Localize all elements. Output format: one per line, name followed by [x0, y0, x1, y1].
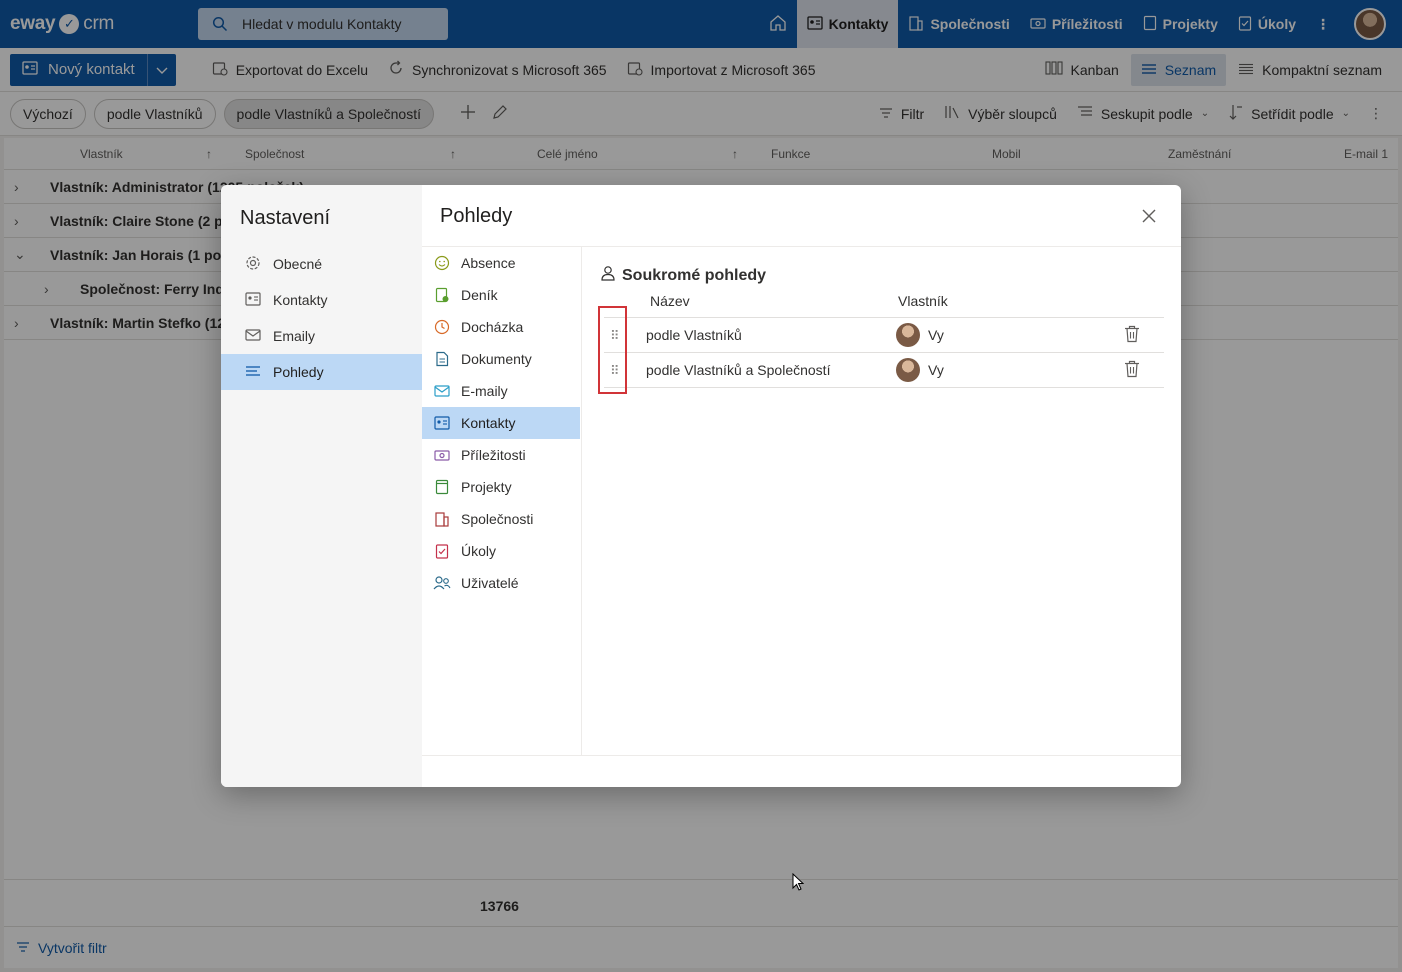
- divider: [422, 755, 1181, 756]
- trash-icon: [1125, 325, 1139, 342]
- contact-card-icon: [245, 291, 261, 309]
- settings-nav-label: Pohledy: [273, 364, 324, 380]
- list-icon: [245, 364, 261, 380]
- close-icon: [1142, 207, 1156, 228]
- delete-view-button[interactable]: [1124, 360, 1140, 381]
- module-item-companies[interactable]: Společnosti: [422, 503, 581, 535]
- module-label: E-maily: [461, 383, 508, 399]
- module-label: Příležitosti: [461, 447, 526, 463]
- settings-nav-label: Kontakty: [273, 292, 328, 308]
- content-title: Pohledy: [440, 205, 513, 227]
- module-item-attendance[interactable]: Docházka: [422, 311, 581, 343]
- module-label: Společnosti: [461, 511, 534, 527]
- module-item-tasks[interactable]: Úkoly: [422, 535, 581, 567]
- section-title: Soukromé pohledy: [622, 266, 767, 284]
- table-row[interactable]: ⠿ podle Vlastníků a Společností Vy: [604, 353, 1164, 388]
- smiley-icon: [433, 255, 451, 271]
- avatar: [896, 323, 920, 347]
- settings-nav-views[interactable]: Pohledy: [221, 354, 422, 390]
- table-row[interactable]: ⠿ podle Vlastníků Vy: [604, 318, 1164, 353]
- close-button[interactable]: [1139, 207, 1159, 227]
- view-owner: Vy: [896, 358, 944, 382]
- document-icon: [433, 351, 451, 367]
- mail-icon: [245, 328, 261, 344]
- owner-label: Vy: [928, 327, 944, 343]
- view-owner: Vy: [896, 323, 944, 347]
- header-name: Název: [650, 293, 690, 309]
- contact-card-icon: [433, 416, 451, 430]
- module-label: Kontakty: [461, 415, 516, 431]
- views-table: ⠿ podle Vlastníků Vy ⠿ podle Vlastníků a…: [604, 317, 1164, 388]
- highlight-box: [598, 306, 627, 394]
- clock-icon: [433, 319, 451, 335]
- journal-icon: [433, 287, 451, 303]
- module-list: Absence Deník Docházka Dokumenty E-maily…: [422, 247, 582, 755]
- owner-label: Vy: [928, 362, 944, 378]
- trash-icon: [1125, 360, 1139, 377]
- mouse-cursor-icon: [792, 873, 804, 891]
- task-icon: [433, 543, 451, 559]
- mail-icon: [433, 385, 451, 397]
- module-item-contacts[interactable]: Kontakty: [422, 407, 580, 439]
- module-label: Úkoly: [461, 543, 497, 559]
- delete-view-button[interactable]: [1124, 325, 1140, 346]
- settings-nav-label: Emaily: [273, 328, 316, 344]
- module-item-opportunities[interactable]: Příležitosti: [422, 439, 581, 471]
- module-item-projects[interactable]: Projekty: [422, 471, 581, 503]
- module-label: Absence: [461, 255, 516, 271]
- users-icon: [433, 575, 451, 591]
- section-header: Soukromé pohledy: [600, 265, 766, 286]
- settings-nav-general[interactable]: Obecné: [221, 246, 422, 282]
- settings-nav-contacts[interactable]: Kontakty: [221, 282, 422, 318]
- dialog-title: Nastavení: [240, 207, 331, 229]
- module-label: Dokumenty: [461, 351, 532, 367]
- opportunity-icon: [433, 448, 451, 462]
- module-item-journal[interactable]: Deník: [422, 279, 581, 311]
- header-owner: Vlastník: [898, 293, 948, 309]
- building-icon: [433, 511, 451, 527]
- views-content: Soukromé pohledy Název Vlastník ⠿ podle …: [582, 247, 1181, 755]
- module-label: Uživatelé: [461, 575, 519, 591]
- person-icon: [600, 265, 616, 286]
- module-item-users[interactable]: Uživatelé: [422, 567, 581, 599]
- module-item-emails[interactable]: E-maily: [422, 375, 581, 407]
- settings-dialog: Nastavení Obecné Kontakty Emaily Pohledy…: [221, 185, 1181, 787]
- module-label: Docházka: [461, 319, 524, 335]
- module-label: Projekty: [461, 479, 512, 495]
- settings-sidebar: Nastavení Obecné Kontakty Emaily Pohledy: [221, 185, 422, 787]
- views-table-header: Název Vlastník: [604, 293, 1164, 317]
- settings-nav-label: Obecné: [273, 256, 323, 272]
- view-name: podle Vlastníků: [646, 327, 742, 343]
- view-name: podle Vlastníků a Společností: [646, 362, 831, 378]
- module-item-absence[interactable]: Absence: [422, 247, 581, 279]
- project-icon: [433, 479, 451, 495]
- module-item-documents[interactable]: Dokumenty: [422, 343, 581, 375]
- settings-nav: Obecné Kontakty Emaily Pohledy: [221, 246, 422, 390]
- module-label: Deník: [461, 287, 498, 303]
- gear-icon: [245, 255, 261, 274]
- settings-nav-emails[interactable]: Emaily: [221, 318, 422, 354]
- avatar: [896, 358, 920, 382]
